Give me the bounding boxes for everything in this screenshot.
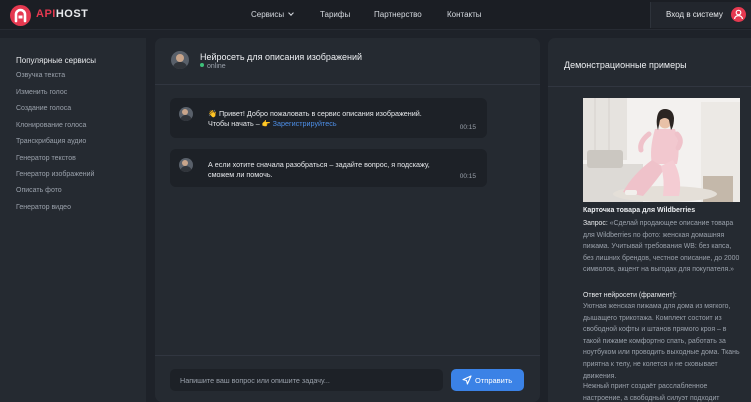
message-time: 00:15: [459, 124, 476, 131]
sidebar-title: Популярные сервисы: [16, 56, 97, 65]
sidebar-item-tts[interactable]: Озвучка текста: [16, 72, 65, 79]
sidebar-item-clone-voice[interactable]: Клонирование голоса: [16, 122, 86, 129]
message-text: 👋 Привет! Добро пожаловать в сервис опис…: [208, 109, 422, 128]
send-button[interactable]: Отправить: [451, 369, 524, 391]
avatar-icon: [171, 51, 189, 69]
sidebar-item-video-generator[interactable]: Генератор видео: [16, 204, 71, 211]
chat-title: Нейросеть для описания изображений: [200, 52, 362, 62]
message-text: А если хотите сначала разобраться – зада…: [208, 160, 430, 179]
login-label: Вход в систему: [666, 10, 723, 19]
card-title: Карточка товара для Wildberries: [583, 207, 696, 214]
status-badge: online: [200, 63, 226, 70]
nav-services[interactable]: Сервисы: [251, 10, 294, 19]
answer-text: Уютная женская пижама для дома из мягког…: [583, 303, 740, 380]
message-time: 00:15: [459, 173, 476, 180]
logo-icon[interactable]: [10, 5, 31, 26]
send-label: Отправить: [475, 376, 513, 385]
online-dot-icon: [200, 63, 204, 67]
sidebar-item-image-generator[interactable]: Генератор изображений: [16, 171, 94, 178]
user-icon: [731, 7, 746, 22]
divider: [548, 86, 751, 87]
nav-services-label: Сервисы: [251, 10, 285, 19]
chat-header: Нейросеть для описания изображений onlin…: [155, 38, 540, 85]
composer: Отправить: [155, 355, 540, 402]
nav-partnership[interactable]: Партнерство: [374, 10, 422, 19]
sidebar-item-transcription[interactable]: Транскрибация аудио: [16, 138, 86, 145]
avatar-icon: [179, 107, 193, 121]
sidebar-item-create-voice[interactable]: Создание голоса: [16, 105, 71, 112]
answer-text-continued: Нежный принт создаёт расслабленное настр…: [583, 383, 720, 402]
request-text: Запрос: «Сделай продающее описание товар…: [583, 220, 740, 274]
login-button[interactable]: Вход в систему: [650, 2, 751, 28]
chat-panel: Нейросеть для описания изображений onlin…: [155, 38, 540, 402]
product-photo[interactable]: [583, 98, 740, 202]
brand-name[interactable]: APIHOST: [36, 8, 88, 20]
chat-message: А если хотите сначала разобраться – зада…: [170, 149, 487, 187]
chat-message: 👋 Привет! Добро пожаловать в сервис опис…: [170, 98, 487, 138]
nav-tariffs[interactable]: Тарифы: [320, 10, 350, 19]
sidebar-item-text-generator[interactable]: Генератор текстов: [16, 155, 76, 162]
top-bar: APIHOST Сервисы Тарифы Партнерство Конта…: [0, 0, 751, 30]
sidebar-item-describe-photo[interactable]: Описать фото: [16, 187, 62, 194]
message-input[interactable]: [170, 369, 443, 391]
demo-title: Демонстрационные примеры: [564, 60, 687, 70]
send-icon: [462, 375, 472, 385]
nav-contacts[interactable]: Контакты: [447, 10, 482, 19]
avatar-icon: [179, 158, 193, 172]
demo-panel: Демонстрационные примеры Карточка товара…: [548, 38, 751, 402]
chevron-down-icon: [288, 10, 294, 16]
register-link[interactable]: Зарегистрируйтесь: [273, 119, 337, 128]
sidebar: Популярные сервисы Озвучка текста Измени…: [0, 38, 146, 402]
answer-label: Ответ нейросети (фрагмент):: [583, 292, 677, 299]
sidebar-item-change-voice[interactable]: Изменить голос: [16, 89, 67, 96]
